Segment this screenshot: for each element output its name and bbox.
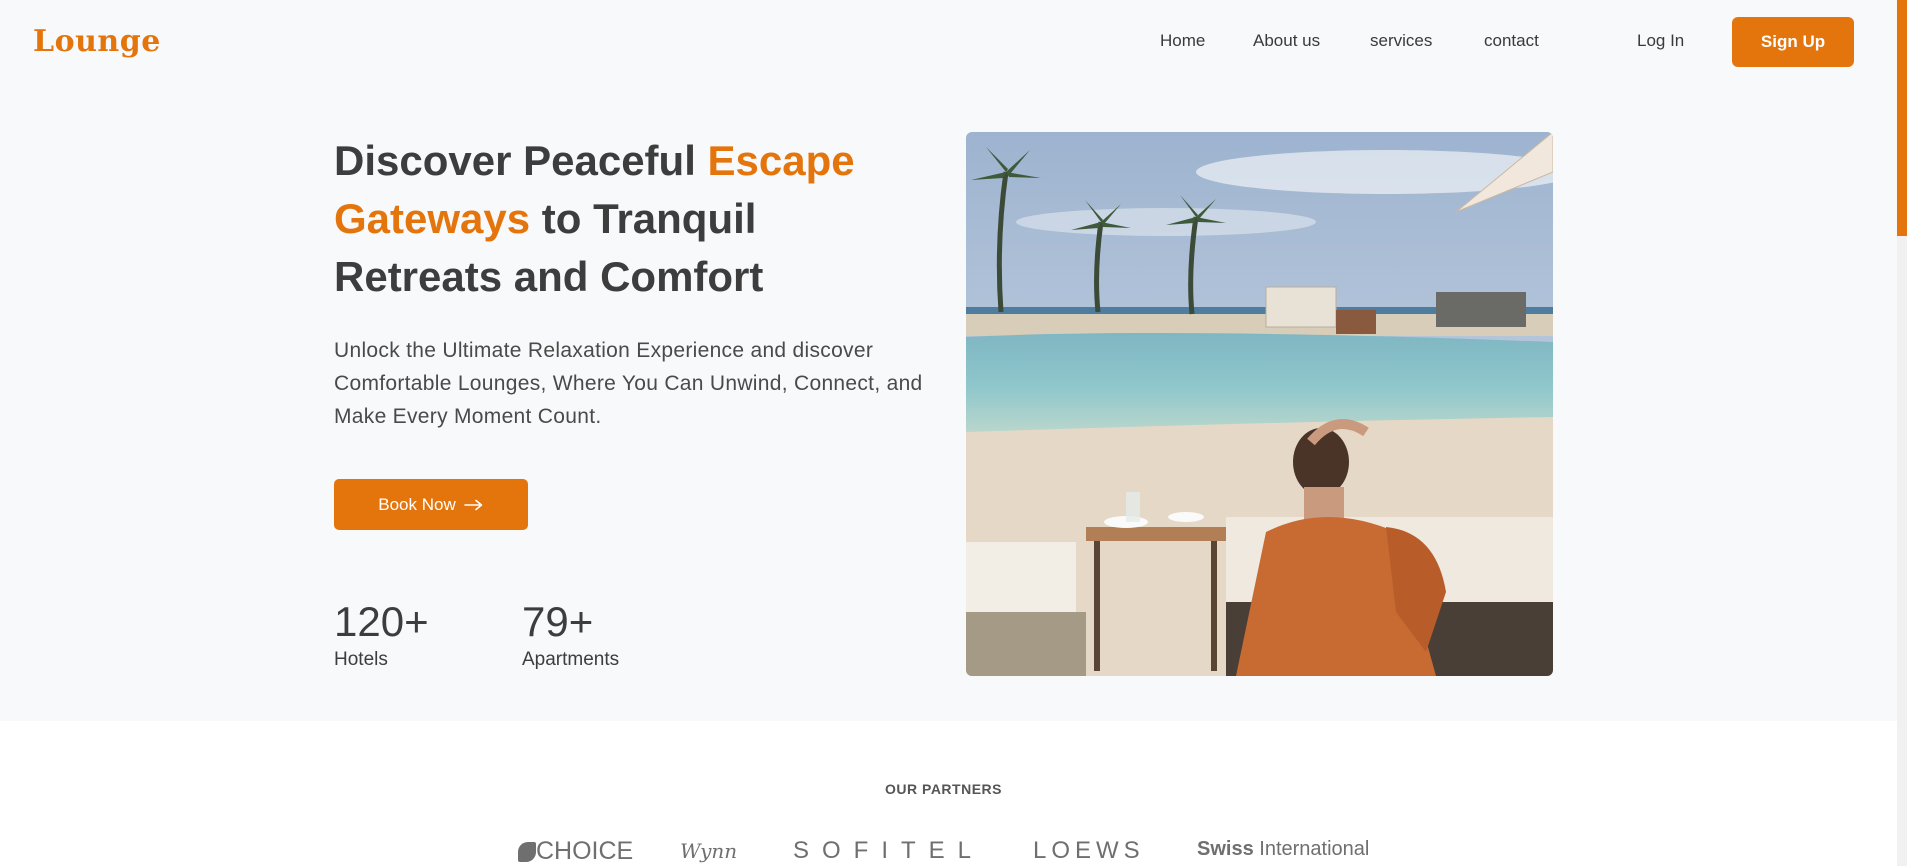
hero-title-part1: Discover Peaceful <box>334 137 708 184</box>
book-now-button[interactable]: Book Now <box>334 479 528 530</box>
nav-link-contact[interactable]: contact <box>1484 31 1539 51</box>
hero-subtitle: Unlock the Ultimate Relaxation Experienc… <box>334 339 923 428</box>
brand-logo[interactable]: Lounge <box>33 24 161 59</box>
hero-title: Discover Peaceful Escape Gateways to Tra… <box>334 132 894 306</box>
stat-apartments-value: 79+ <box>522 598 594 645</box>
nav-link-services[interactable]: services <box>1370 31 1432 51</box>
top-navbar: Lounge Home About us services contact Lo… <box>0 0 1907 84</box>
book-now-label: Book Now <box>378 494 456 514</box>
partner-logo-choice: CHOICE <box>518 837 633 866</box>
partner-logo-choice-text: CHOICE <box>536 837 634 865</box>
partners-section: OUR PARTNERS CHOICE Wynn SOFITEL LOEWS S… <box>0 721 1897 866</box>
login-button[interactable]: Log In <box>1637 31 1684 51</box>
partner-logo-sofitel: SOFITEL <box>793 837 985 864</box>
partner-logo-wynn: Wynn <box>680 839 738 863</box>
partners-title: OUR PARTNERS <box>885 781 1002 797</box>
stat-hotels-value: 120+ <box>334 598 429 645</box>
resort-pool-illustration <box>966 132 1553 676</box>
partner-logo-loews: LOEWS <box>1033 837 1145 864</box>
nav-link-about[interactable]: About us <box>1253 31 1320 51</box>
nav-link-home[interactable]: Home <box>1160 31 1205 51</box>
stat-apartments-label: Apartments <box>522 649 620 670</box>
arrow-right-icon <box>463 499 483 510</box>
stat-hotels-label: Hotels <box>334 649 388 670</box>
scrollbar-thumb[interactable] <box>1897 0 1907 236</box>
partner-logo-swiss-bold: Swiss <box>1197 838 1254 860</box>
hero-image <box>966 132 1553 676</box>
choice-mark-icon <box>518 842 536 862</box>
partner-logo-swiss-international: Swiss International <box>1197 838 1369 861</box>
signup-button[interactable]: Sign Up <box>1732 17 1854 67</box>
partner-logo-swiss-rest: International <box>1253 838 1370 860</box>
